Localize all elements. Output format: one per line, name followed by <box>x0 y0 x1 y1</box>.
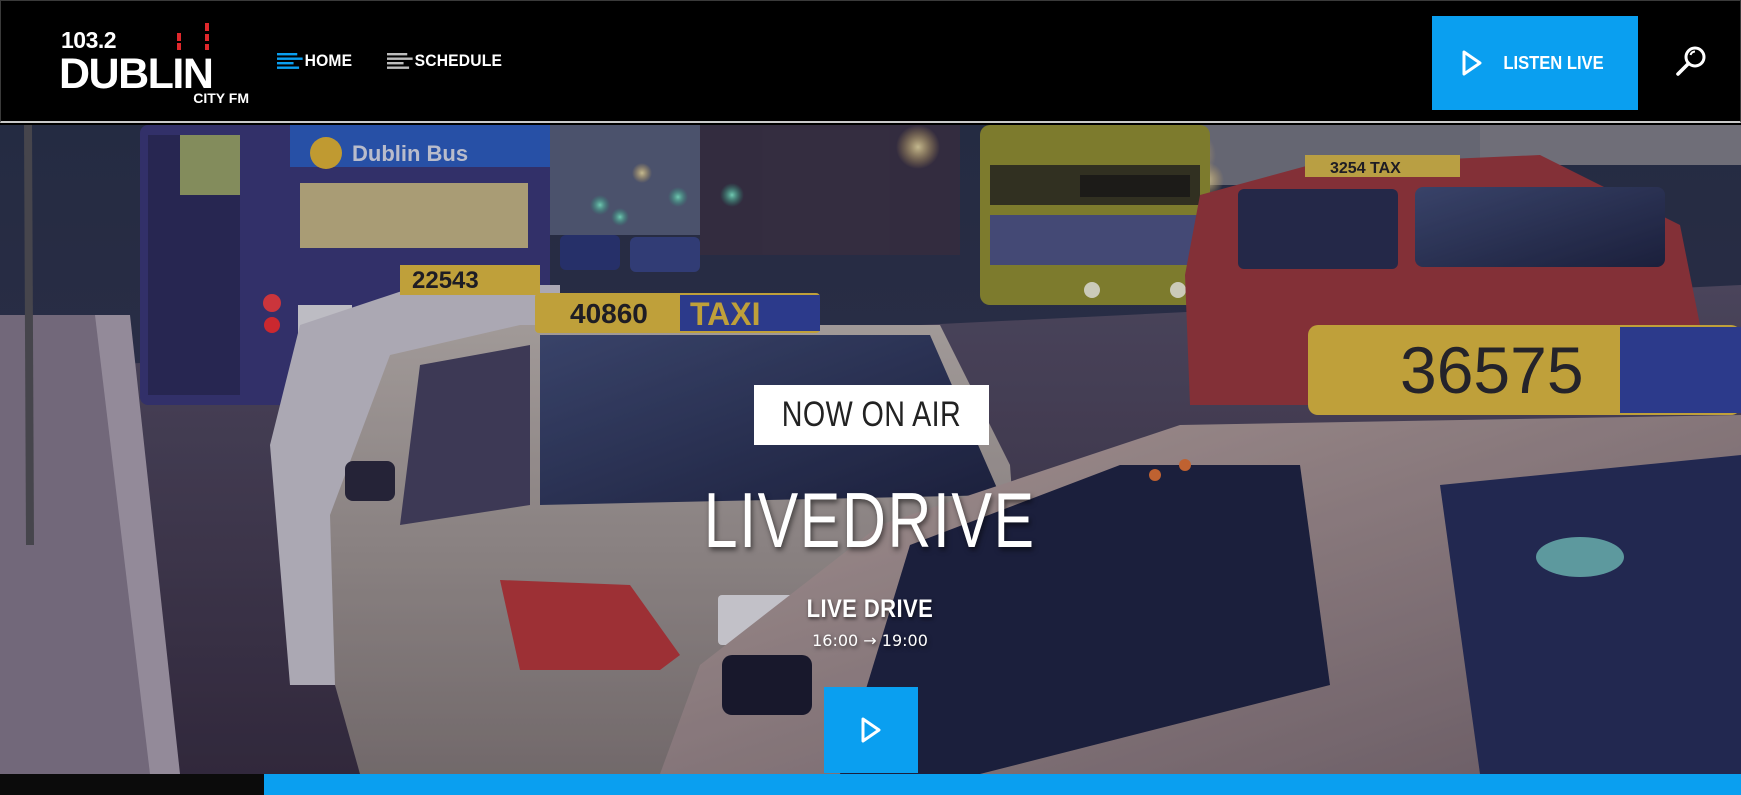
hero-overlay <box>0 125 1741 774</box>
now-on-air-badge: NOW ON AIR <box>754 385 989 445</box>
bottom-strip-dark <box>0 774 264 795</box>
now-on-air-label: NOW ON AIR <box>781 395 962 434</box>
show-name: LIVE DRIVE <box>670 595 1070 624</box>
nav-schedule-label: SCHEDULE <box>414 51 503 70</box>
play-icon <box>861 717 881 743</box>
show-title-text: LIVEDRIVE <box>704 476 1036 564</box>
bars-icon <box>277 53 303 69</box>
station-logo[interactable]: 103.2 DUBLIN CITY FM <box>59 23 251 107</box>
logo-subtitle: CITY FM <box>193 90 249 106</box>
logo-signal-bars <box>175 23 215 51</box>
logo-name: DUBLIN <box>59 50 214 98</box>
play-icon <box>1462 50 1482 76</box>
search-icon <box>1676 46 1706 76</box>
show-title: LIVEDRIVE <box>570 481 1170 559</box>
show-time: 16:00 → 19:00 <box>812 631 928 650</box>
show-name-text: LIVE DRIVE <box>806 595 934 623</box>
listen-live-label: LISTEN LIVE <box>1503 52 1605 73</box>
now-on-air-hero: Dublin Bus 3254 TAX 22543 40860 TAXI 365… <box>0 125 1741 774</box>
bars-icon <box>387 53 413 69</box>
logo-frequency: 103.2 <box>61 27 117 53</box>
nav-home[interactable]: HOME <box>277 49 352 73</box>
site-header: 103.2 DUBLIN CITY FM HOME SCHEDULE LISTE… <box>0 0 1741 123</box>
search-button[interactable] <box>1675 44 1709 78</box>
nav-schedule[interactable]: SCHEDULE <box>387 49 502 73</box>
bottom-strip-accent <box>264 774 1741 795</box>
hero-play-button[interactable] <box>824 687 918 773</box>
nav-home-label: HOME <box>304 51 353 70</box>
listen-live-button[interactable]: LISTEN LIVE <box>1432 16 1638 110</box>
